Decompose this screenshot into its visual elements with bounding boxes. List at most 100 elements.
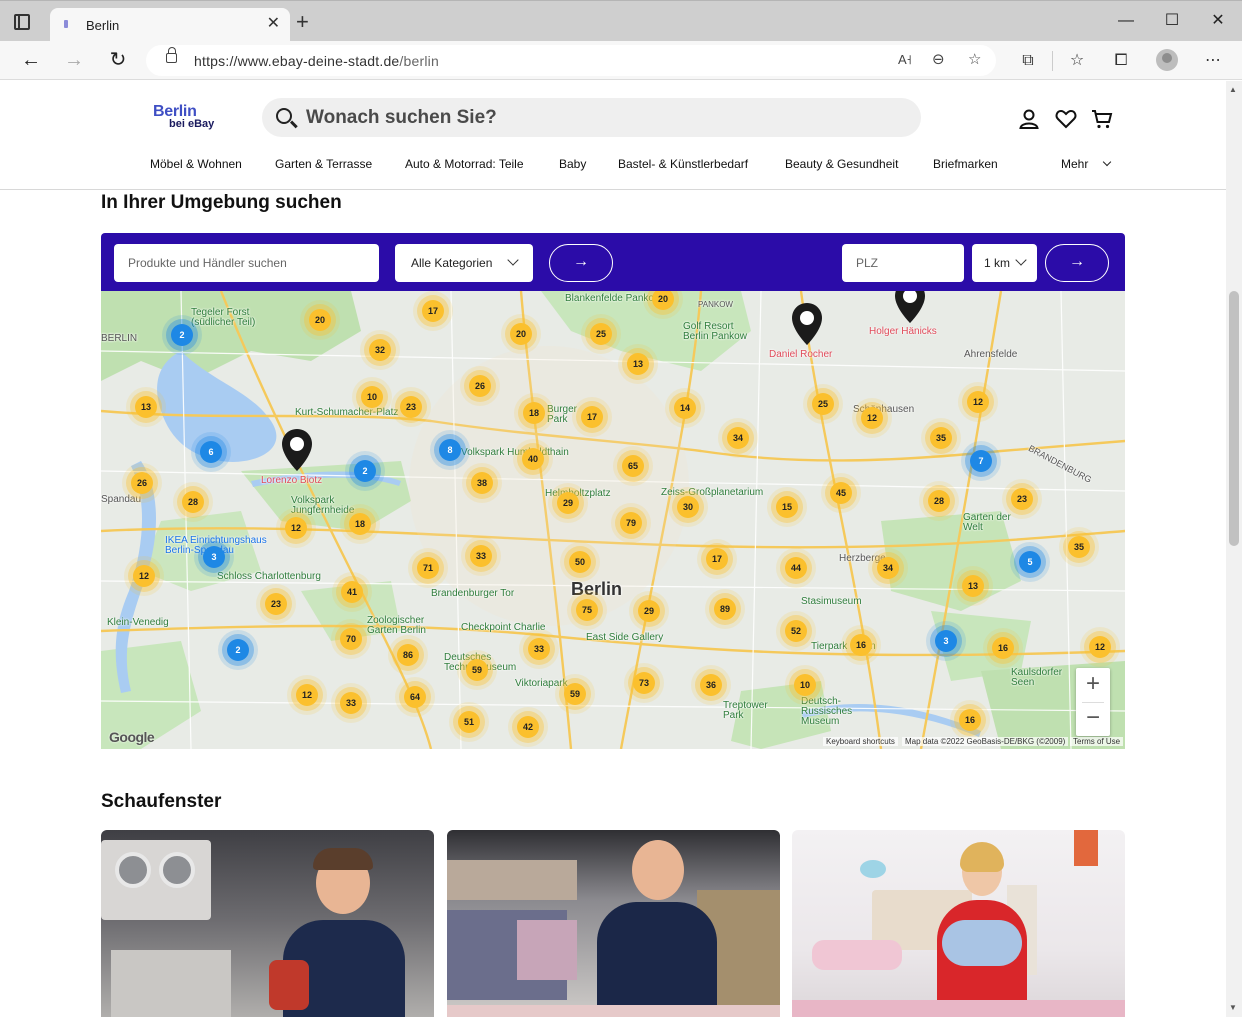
terms-link[interactable]: Terms of Use (1070, 737, 1124, 746)
tab-actions-icon[interactable] (14, 14, 30, 30)
cluster-marker[interactable]: 59 (466, 659, 488, 681)
more-menu-icon[interactable]: ⋯ (1202, 50, 1224, 72)
back-icon[interactable]: ← (20, 49, 42, 71)
cluster-marker[interactable]: 28 (182, 491, 204, 513)
add-favorite-icon[interactable]: ☆ (968, 50, 981, 68)
category-select[interactable]: Alle Kategorien (395, 244, 533, 282)
cluster-marker[interactable]: 38 (471, 472, 493, 494)
cluster-marker[interactable]: 20 (309, 309, 331, 331)
cluster-marker[interactable]: 3 (203, 546, 225, 568)
cluster-marker[interactable]: 64 (404, 686, 426, 708)
cluster-marker[interactable]: 30 (677, 496, 699, 518)
cluster-marker[interactable]: 16 (959, 709, 981, 731)
cluster-marker[interactable]: 40 (522, 448, 544, 470)
site-logo[interactable]: Berlin bei eBay (153, 104, 214, 131)
cluster-marker[interactable]: 12 (296, 684, 318, 706)
cluster-marker[interactable]: 35 (1068, 536, 1090, 558)
cluster-marker[interactable]: 23 (265, 593, 287, 615)
cluster-marker[interactable]: 3 (935, 630, 957, 652)
radius-select[interactable]: 1 km (972, 244, 1037, 282)
cluster-marker[interactable]: 25 (590, 323, 612, 345)
cluster-marker[interactable]: 2 (227, 639, 249, 661)
zoom-out-icon[interactable]: ⊖ (932, 50, 945, 68)
cluster-marker[interactable]: 59 (564, 683, 586, 705)
cluster-marker[interactable]: 32 (369, 339, 391, 361)
keyboard-shortcuts-link[interactable]: Keyboard shortcuts (823, 737, 898, 746)
seller-pin-icon[interactable] (790, 301, 824, 347)
cluster-marker[interactable]: 34 (877, 557, 899, 579)
cluster-marker[interactable]: 17 (422, 300, 444, 322)
cluster-marker[interactable]: 42 (517, 716, 539, 738)
cluster-marker[interactable]: 35 (930, 427, 952, 449)
cluster-marker[interactable]: 10 (794, 674, 816, 696)
cluster-marker[interactable]: 51 (458, 711, 480, 733)
category-bastel[interactable]: Bastel- & Künstlerbedarf (618, 157, 748, 171)
cluster-marker[interactable]: 86 (397, 644, 419, 666)
cluster-marker[interactable]: 36 (700, 674, 722, 696)
forward-icon[interactable]: → (63, 49, 85, 71)
cluster-marker[interactable]: 44 (785, 557, 807, 579)
cluster-marker[interactable]: 52 (785, 620, 807, 642)
cluster-marker[interactable]: 50 (569, 551, 591, 573)
seller-pin-icon[interactable] (280, 427, 314, 473)
collections-icon[interactable]: ⧠ (1110, 50, 1132, 72)
cluster-marker[interactable]: 17 (581, 406, 603, 428)
cluster-marker[interactable]: 73 (633, 672, 655, 694)
cluster-marker[interactable]: 34 (727, 427, 749, 449)
cluster-marker[interactable]: 33 (528, 638, 550, 660)
zoom-in-button[interactable]: + (1076, 668, 1110, 702)
seller-pin-icon[interactable] (893, 291, 927, 325)
cluster-marker[interactable]: 7 (970, 450, 992, 472)
category-briefmarken[interactable]: Briefmarken (933, 157, 998, 171)
cluster-marker[interactable]: 6 (200, 441, 222, 463)
product-search-go-button[interactable]: → (549, 244, 613, 282)
google-logo[interactable]: Google (109, 729, 155, 745)
cluster-marker[interactable]: 20 (510, 323, 532, 345)
cluster-marker[interactable]: 89 (714, 598, 736, 620)
cluster-marker[interactable]: 75 (576, 599, 598, 621)
cluster-marker[interactable]: 26 (469, 375, 491, 397)
cluster-marker[interactable]: 12 (1089, 636, 1111, 658)
window-close-icon[interactable]: ✕ (1208, 11, 1228, 31)
cluster-marker[interactable]: 29 (638, 600, 660, 622)
cluster-marker[interactable]: 13 (627, 353, 649, 375)
category-beauty[interactable]: Beauty & Gesundheit (785, 157, 898, 171)
category-more[interactable]: Mehr (1061, 157, 1111, 171)
cluster-marker[interactable]: 79 (620, 512, 642, 534)
cluster-marker[interactable]: 12 (967, 391, 989, 413)
cluster-marker[interactable]: 8 (439, 439, 461, 461)
showcase-card-3[interactable] (792, 830, 1125, 1017)
extensions-icon[interactable]: ⧉ (1017, 50, 1039, 72)
cluster-marker[interactable]: 13 (962, 575, 984, 597)
site-search-input[interactable]: Wonach suchen Sie? (262, 98, 921, 137)
cluster-marker[interactable]: 70 (340, 628, 362, 650)
cluster-marker[interactable]: 23 (400, 396, 422, 418)
cart-icon[interactable] (1090, 107, 1114, 131)
cluster-marker[interactable]: 26 (131, 472, 153, 494)
plz-input[interactable]: PLZ (842, 244, 964, 282)
new-tab-icon[interactable]: + (296, 11, 309, 33)
zoom-out-button[interactable]: − (1076, 702, 1110, 736)
category-moebel[interactable]: Möbel & Wohnen (150, 157, 242, 171)
showcase-card-2[interactable] (447, 830, 780, 1017)
cluster-marker[interactable]: 15 (776, 496, 798, 518)
favorites-icon[interactable]: ☆ (1066, 50, 1088, 72)
tab-close-icon[interactable]: ✕ (267, 16, 280, 32)
url-text[interactable]: https://www.ebay-deine-stadt.de/berlin (194, 53, 439, 69)
browser-tab[interactable]: Berlin ✕ (50, 8, 290, 42)
map-view[interactable]: Berlin Tegeler Forst (südlicher Teil) BE… (101, 291, 1125, 749)
cluster-marker[interactable]: 14 (674, 397, 696, 419)
category-auto[interactable]: Auto & Motorrad: Teile (405, 157, 524, 171)
cluster-marker[interactable]: 41 (341, 581, 363, 603)
cluster-marker[interactable]: 71 (417, 557, 439, 579)
cluster-marker[interactable]: 18 (523, 402, 545, 424)
cluster-marker[interactable]: 5 (1019, 551, 1041, 573)
cluster-marker[interactable]: 45 (830, 482, 852, 504)
user-icon[interactable] (1017, 107, 1041, 131)
cluster-marker[interactable]: 12 (285, 517, 307, 539)
cluster-marker[interactable]: 2 (171, 324, 193, 346)
lock-icon[interactable] (166, 47, 177, 63)
profile-avatar[interactable] (1156, 49, 1178, 71)
cluster-marker[interactable]: 23 (1011, 488, 1033, 510)
plz-search-go-button[interactable]: → (1045, 244, 1109, 282)
